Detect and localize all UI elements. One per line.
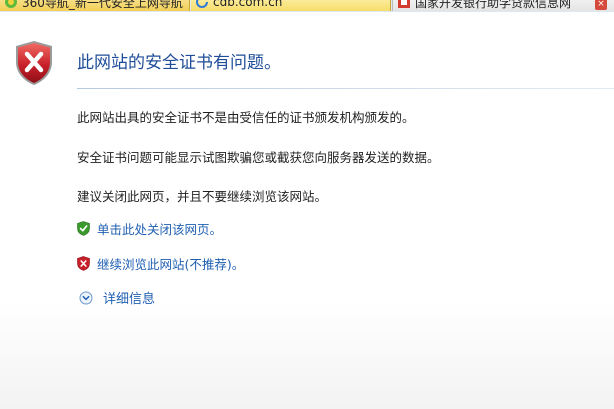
page-title: 此网站的安全证书有问题。 <box>77 53 281 73</box>
shield-error-icon <box>16 41 52 85</box>
tab-label: cdb.com.cn <box>213 0 283 9</box>
tab-strip: 360导航_新一代安全上网导航 cdb.com.cn 国家开发银行助学贷款信息网… <box>0 0 614 12</box>
360-icon <box>5 0 17 8</box>
certificate-error-icon <box>398 0 410 8</box>
red-shield-x-icon <box>77 256 90 271</box>
page-loading-icon <box>196 0 208 8</box>
close-tab-icon[interactable]: × <box>595 0 607 10</box>
title-divider <box>77 88 614 89</box>
tab-label: 国家开发银行助学贷款信息网 <box>415 0 572 10</box>
chevron-down-circle-icon <box>79 291 93 304</box>
continue-link-label[interactable]: 继续浏览此网站(不推荐)。 <box>97 254 244 273</box>
error-description: 此网站出具的安全证书不是由受信任的证书颁发机构颁发的。 <box>77 110 415 125</box>
close-page-link-label[interactable]: 单击此处关闭该网页。 <box>97 219 222 238</box>
certificate-error-page: 360导航_新一代安全上网导航 cdb.com.cn 国家开发银行助学贷款信息网… <box>0 0 614 409</box>
green-shield-check-icon <box>77 221 90 236</box>
more-information-label[interactable]: 详细信息 <box>103 288 155 307</box>
close-page-link[interactable]: 单击此处关闭该网页。 <box>77 219 222 238</box>
tab-360-navigation[interactable]: 360导航_新一代安全上网导航 <box>0 0 190 11</box>
tab-cdb[interactable]: cdb.com.cn <box>191 0 391 11</box>
tab-cdb-student-loan[interactable]: 国家开发银行助学贷款信息网 × <box>392 0 614 11</box>
tab-label: 360导航_新一代安全上网导航 <box>22 0 183 10</box>
continue-to-website-link[interactable]: 继续浏览此网站(不推荐)。 <box>77 254 244 273</box>
more-information-toggle[interactable]: 详细信息 <box>79 288 155 307</box>
error-risk-description: 安全证书问题可能显示试图欺骗您或截获您向服务器发送的数据。 <box>77 150 440 165</box>
error-recommendation: 建议关闭此网页，并且不要继续浏览该网站。 <box>77 189 328 204</box>
